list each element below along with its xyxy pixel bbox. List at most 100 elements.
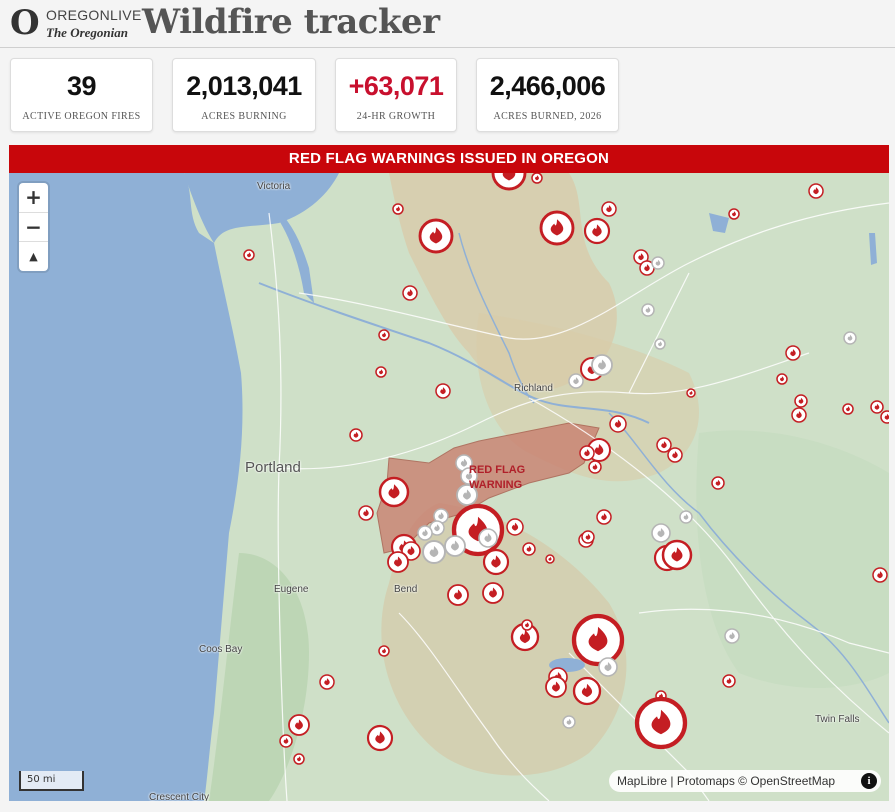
active-fire-marker[interactable] <box>588 460 602 474</box>
active-fire-marker[interactable] <box>378 329 390 341</box>
stat-card-24hr-growth: +63,071 24-HR GROWTH <box>335 58 457 132</box>
active-fire-marker[interactable] <box>539 210 575 246</box>
active-fire-marker[interactable] <box>667 447 683 463</box>
site-header: O OREGONLIVE The Oregonian Wildfire trac… <box>0 0 895 48</box>
contained-fire-marker[interactable] <box>724 628 740 644</box>
active-fire-marker[interactable] <box>402 285 418 301</box>
active-fire-marker[interactable] <box>392 203 404 215</box>
active-fire-marker[interactable] <box>661 539 693 571</box>
active-fire-marker[interactable] <box>378 476 410 508</box>
oregonian-logo[interactable]: O OREGONLIVE The Oregonian <box>10 3 141 43</box>
place-bend: Bend <box>394 584 418 595</box>
zoom-in-button[interactable]: + <box>19 183 48 212</box>
active-fire-marker[interactable] <box>596 509 612 525</box>
active-fire-marker[interactable] <box>609 415 627 433</box>
contained-fire-marker[interactable] <box>417 525 433 541</box>
stat-label: 24-HR GROWTH <box>356 111 436 122</box>
stat-label: ACRES BURNED, 2026 <box>493 111 602 122</box>
active-fire-marker[interactable] <box>531 173 543 184</box>
attribution-text[interactable]: MapLibre | Protomaps © OpenStreetMap <box>617 774 835 788</box>
zoom-controls: + − ▲ <box>19 183 48 271</box>
place-crescent-city: Crescent City <box>149 792 210 801</box>
active-fire-marker[interactable] <box>880 410 889 424</box>
stat-card-acres-burning: 2,013,041 ACRES BURNING <box>172 58 316 132</box>
active-fire-marker[interactable] <box>288 714 310 736</box>
active-fire-marker[interactable] <box>711 476 725 490</box>
active-fire-marker[interactable] <box>776 373 788 385</box>
stat-value: 39 <box>66 71 97 101</box>
active-fire-marker[interactable] <box>418 218 454 254</box>
contained-fire-marker[interactable] <box>422 540 446 564</box>
map-attribution: MapLibre | Protomaps © OpenStreetMap i <box>609 770 881 792</box>
red-flag-banner[interactable]: RED FLAG WARNINGS ISSUED IN OREGON <box>9 145 889 173</box>
stat-card-acres-burned-year: 2,466,006 ACRES BURNED, 2026 <box>476 58 619 132</box>
active-fire-marker[interactable] <box>375 366 387 378</box>
active-fire-marker[interactable] <box>634 696 688 750</box>
active-fire-marker[interactable] <box>794 394 808 408</box>
active-fire-marker[interactable] <box>378 645 390 657</box>
contained-fire-marker[interactable] <box>654 338 666 350</box>
active-fire-marker[interactable] <box>572 676 602 706</box>
stat-label: ACRES BURNING <box>201 111 287 122</box>
active-fire-marker[interactable] <box>506 518 524 536</box>
active-fire-marker[interactable] <box>243 249 255 261</box>
contained-fire-marker[interactable] <box>444 535 466 557</box>
contained-fire-marker[interactable] <box>562 715 576 729</box>
place-richland: Richland <box>514 383 553 394</box>
active-fire-marker[interactable] <box>872 567 888 583</box>
place-twin-falls: Twin Falls <box>815 714 860 725</box>
active-fire-marker[interactable] <box>435 383 451 399</box>
contained-fire-marker[interactable] <box>641 303 655 317</box>
active-fire-marker[interactable] <box>521 619 533 631</box>
compass-reset-button[interactable]: ▲ <box>19 241 48 270</box>
zoom-out-button[interactable]: − <box>19 212 48 241</box>
contained-fire-marker[interactable] <box>591 354 613 376</box>
contained-fire-marker[interactable] <box>651 256 665 270</box>
wildfire-map[interactable]: Victoria Portland Richland Eugene Bend C… <box>9 173 889 801</box>
active-fire-marker[interactable] <box>293 753 305 765</box>
active-fire-marker[interactable] <box>366 724 394 752</box>
red-flag-zone-label: RED FLAG WARNING <box>469 464 526 491</box>
active-fire-marker[interactable] <box>785 345 801 361</box>
active-fire-marker[interactable] <box>601 201 617 217</box>
active-fire-marker[interactable] <box>686 388 696 398</box>
active-fire-marker[interactable] <box>482 582 504 604</box>
active-fire-marker[interactable] <box>579 445 595 461</box>
active-fire-marker[interactable] <box>522 542 536 556</box>
active-fire-marker[interactable] <box>447 584 469 606</box>
active-fire-marker[interactable] <box>387 551 409 573</box>
logo-top-text: OREGONLIVE <box>46 7 142 23</box>
active-fire-marker[interactable] <box>571 613 625 667</box>
active-fire-marker[interactable] <box>581 530 595 544</box>
contained-fire-marker[interactable] <box>651 523 671 543</box>
active-fire-marker[interactable] <box>545 554 555 564</box>
contained-fire-marker[interactable] <box>598 657 618 677</box>
place-portland: Portland <box>245 459 301 476</box>
active-fire-marker[interactable] <box>319 674 335 690</box>
active-fire-marker[interactable] <box>358 505 374 521</box>
scale-bar: 50 mi <box>19 771 84 791</box>
active-fire-marker[interactable] <box>349 428 363 442</box>
active-fire-marker[interactable] <box>842 403 854 415</box>
map-canvas[interactable] <box>9 173 889 801</box>
active-fire-marker[interactable] <box>545 676 567 698</box>
active-fire-marker[interactable] <box>656 437 672 453</box>
active-fire-marker[interactable] <box>482 548 510 576</box>
contained-fire-marker[interactable] <box>568 373 584 389</box>
active-fire-marker[interactable] <box>870 400 884 414</box>
logo-mark-icon: O <box>10 3 40 43</box>
active-fire-marker[interactable] <box>728 208 740 220</box>
stat-card-active-fires: 39 ACTIVE OREGON FIRES <box>10 58 153 132</box>
active-fire-marker[interactable] <box>791 407 807 423</box>
contained-fire-marker[interactable] <box>478 528 498 548</box>
logo-bottom-text: The Oregonian <box>46 25 128 40</box>
info-icon[interactable]: i <box>861 773 877 789</box>
active-fire-marker[interactable] <box>583 217 611 245</box>
stat-value: +63,071 <box>348 71 444 101</box>
contained-fire-marker[interactable] <box>679 510 693 524</box>
active-fire-marker[interactable] <box>279 734 293 748</box>
active-fire-marker[interactable] <box>722 674 736 688</box>
page-title: Wildfire tracker <box>142 2 440 42</box>
active-fire-marker[interactable] <box>808 183 824 199</box>
contained-fire-marker[interactable] <box>843 331 857 345</box>
